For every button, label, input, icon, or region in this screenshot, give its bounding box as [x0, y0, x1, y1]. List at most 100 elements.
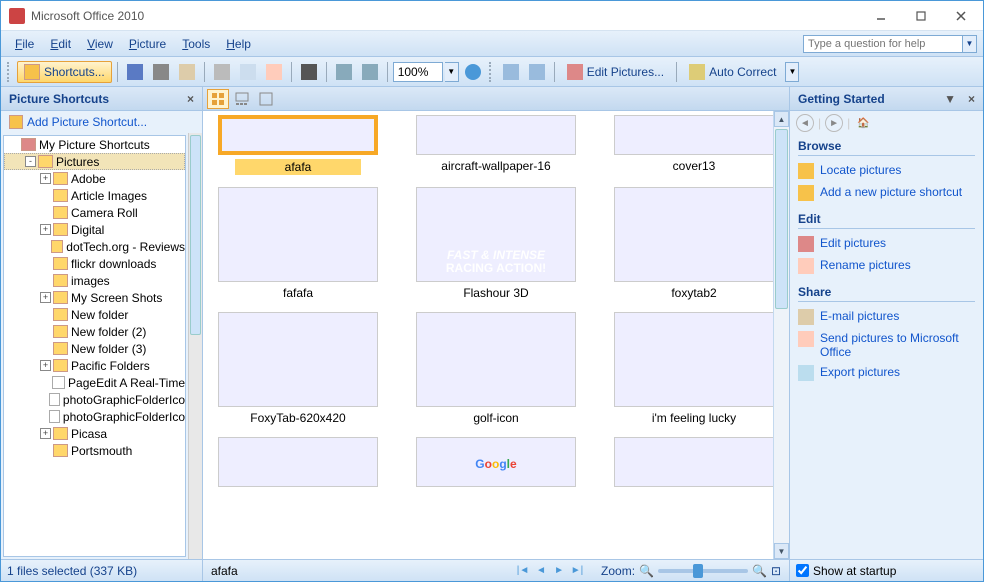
first-button[interactable]: |◄	[515, 563, 531, 579]
thumbnail[interactable]: fafafa	[211, 187, 385, 300]
menu-view[interactable]: View	[79, 34, 121, 54]
rotate-right-button[interactable]	[525, 61, 549, 83]
tree-item[interactable]: photoGraphicFolderIco	[4, 391, 185, 408]
menu-file[interactable]: File	[7, 34, 42, 54]
minimize-button[interactable]	[861, 2, 901, 30]
thumbnail[interactable]: golf-icon	[409, 312, 583, 425]
task-link[interactable]: Export pictures	[798, 362, 975, 384]
thumbnail[interactable]: FoxyTab-620x420	[211, 312, 385, 425]
task-link[interactable]: Send pictures to Microsoft Office	[798, 328, 975, 362]
left-pane: Picture Shortcuts × Add Picture Shortcut…	[1, 87, 203, 559]
task-link[interactable]: Locate pictures	[798, 160, 975, 182]
undo-button[interactable]	[332, 61, 356, 83]
mail-button[interactable]	[175, 61, 199, 83]
auto-correct-dropdown[interactable]: ▼	[785, 62, 799, 82]
tree-item[interactable]: Camera Roll	[4, 204, 185, 221]
redo-button[interactable]	[358, 61, 382, 83]
prev-button[interactable]: ◄	[533, 563, 549, 579]
nav-forward-button[interactable]: ►	[825, 114, 843, 132]
thumbnail-caption: Flashour 3D	[463, 286, 528, 300]
single-view-button[interactable]	[255, 89, 277, 109]
close-button[interactable]	[941, 2, 981, 30]
right-pane-menu[interactable]: ▼	[940, 92, 960, 106]
print-button[interactable]	[149, 61, 173, 83]
zoom-dropdown[interactable]: ▼	[445, 62, 459, 82]
tree-item[interactable]: dotTech.org - Reviews	[4, 238, 185, 255]
thumbnail[interactable]	[607, 437, 781, 487]
menu-picture[interactable]: Picture	[121, 34, 174, 54]
scroll-up-button[interactable]: ▲	[774, 111, 789, 127]
toolbar-handle-2[interactable]	[489, 62, 493, 82]
thumbnail-caption: golf-icon	[473, 411, 518, 425]
tree-item[interactable]: +My Screen Shots	[4, 289, 185, 306]
show-startup-checkbox[interactable]	[796, 564, 809, 577]
thumbnail-view-button[interactable]	[207, 89, 229, 109]
nav-back-button[interactable]: ◄	[796, 114, 814, 132]
task-link[interactable]: E-mail pictures	[798, 306, 975, 328]
menu-help[interactable]: Help	[218, 34, 259, 54]
section-head: Edit	[798, 212, 975, 229]
tree-item[interactable]: +Pacific Folders	[4, 357, 185, 374]
thumbnail[interactable]	[211, 437, 385, 487]
filmstrip-view-button[interactable]	[231, 89, 253, 109]
thumbnail[interactable]: FAST & INTENSERACING ACTION!Flashour 3D	[409, 187, 583, 300]
help-search-input[interactable]	[803, 35, 963, 53]
thumbnail[interactable]: aircraft-wallpaper-16	[409, 115, 583, 175]
scroll-down-button[interactable]: ▼	[774, 543, 789, 559]
cut-button[interactable]	[210, 61, 234, 83]
add-shortcut-link[interactable]: Add Picture Shortcut...	[1, 111, 202, 133]
zoom-out-icon[interactable]: 🔍	[639, 564, 654, 578]
task-link[interactable]: Rename pictures	[798, 255, 975, 277]
delete-button[interactable]	[297, 61, 321, 83]
status-selection: 1 files selected (337 KB)	[1, 560, 203, 581]
thumbnail[interactable]: cover13	[607, 115, 781, 175]
thumbnail[interactable]: i'm feeling lucky	[607, 312, 781, 425]
tree-item[interactable]: +Picasa	[4, 425, 185, 442]
copy-button[interactable]	[236, 61, 260, 83]
menu-edit[interactable]: Edit	[42, 34, 79, 54]
zoom-slider[interactable]	[658, 569, 748, 573]
edit-pictures-button[interactable]: Edit Pictures...	[560, 61, 671, 83]
thumbnail[interactable]: foxytab2	[607, 187, 781, 300]
tree-item[interactable]: images	[4, 272, 185, 289]
tree-item[interactable]: New folder	[4, 306, 185, 323]
tree-item[interactable]: photoGraphicFolderIco	[4, 408, 185, 425]
rotate-left-button[interactable]	[499, 61, 523, 83]
last-button[interactable]: ►|	[569, 563, 585, 579]
paste-button[interactable]	[262, 61, 286, 83]
maximize-button[interactable]	[901, 2, 941, 30]
thumbnail[interactable]: afafa	[211, 115, 385, 175]
zoom-fit-icon[interactable]: ⊡	[771, 564, 781, 578]
tree-item[interactable]: Article Images	[4, 187, 185, 204]
thumbnail[interactable]: Google	[409, 437, 583, 487]
tree-item[interactable]: New folder (2)	[4, 323, 185, 340]
zoom-input[interactable]: 100%	[393, 62, 443, 82]
menu-tools[interactable]: Tools	[174, 34, 218, 54]
link-icon	[798, 309, 814, 325]
tree-item[interactable]: Portsmouth	[4, 442, 185, 459]
tree-item[interactable]: +Adobe	[4, 170, 185, 187]
gallery[interactable]: afafaaircraft-wallpaper-16cover13fafafaF…	[203, 111, 789, 559]
tree-item[interactable]: flickr downloads	[4, 255, 185, 272]
tree-item[interactable]: New folder (3)	[4, 340, 185, 357]
help-button[interactable]	[461, 61, 485, 83]
left-pane-close[interactable]: ×	[183, 92, 198, 106]
tree-item[interactable]: +Digital	[4, 221, 185, 238]
tree-item[interactable]: PageEdit A Real-Time	[4, 374, 185, 391]
tree-root[interactable]: My Picture Shortcuts	[4, 136, 185, 153]
task-link[interactable]: Add a new picture shortcut	[798, 182, 975, 204]
tree-scrollbar[interactable]	[188, 133, 202, 559]
toolbar-handle-1[interactable]	[7, 62, 11, 82]
help-search-dropdown[interactable]: ▼	[963, 35, 977, 53]
right-pane-close[interactable]: ×	[964, 92, 979, 106]
shortcuts-button[interactable]: Shortcuts...	[17, 61, 112, 83]
nav-home-button[interactable]: 🏠	[854, 114, 872, 132]
tree-item[interactable]: -Pictures	[4, 153, 185, 170]
auto-correct-button[interactable]: Auto Correct	[682, 61, 783, 83]
folder-tree[interactable]: My Picture Shortcuts-Pictures+AdobeArtic…	[3, 135, 186, 557]
zoom-in-icon[interactable]: 🔍	[752, 564, 767, 578]
task-link[interactable]: Edit pictures	[798, 233, 975, 255]
save-button[interactable]	[123, 61, 147, 83]
next-button[interactable]: ►	[551, 563, 567, 579]
gallery-scrollbar[interactable]: ▲ ▼	[773, 111, 789, 559]
